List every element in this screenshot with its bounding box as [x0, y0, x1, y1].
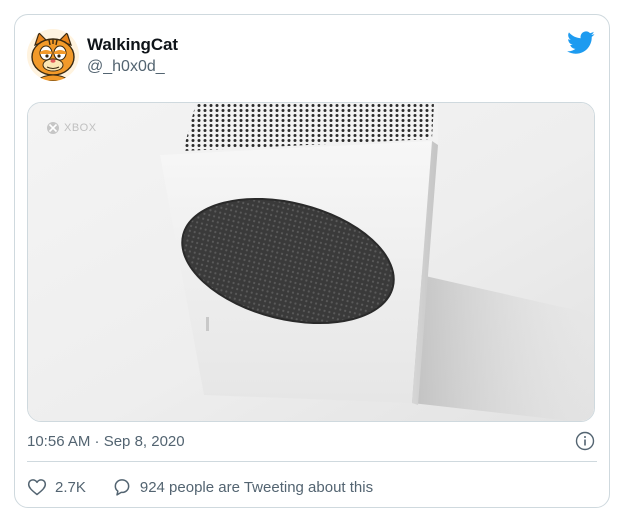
- garfield-avatar-icon: [27, 29, 79, 81]
- tweet-card: WalkingCat @_h0x0d_ XBOX 10:56 AM · Sep …: [14, 14, 610, 508]
- tweet-timestamp[interactable]: 10:56 AM · Sep 8, 2020: [27, 433, 185, 450]
- conversation-link[interactable]: 924 people are Tweeting about this: [112, 477, 373, 497]
- info-icon[interactable]: [575, 431, 595, 451]
- xbox-watermark: XBOX: [46, 121, 97, 135]
- author-handle[interactable]: @_h0x0d_: [87, 58, 165, 76]
- tweet-actions: 2.7K 924 people are Tweeting about this: [27, 472, 373, 502]
- speech-bubble-icon: [114, 479, 130, 496]
- like-button[interactable]: 2.7K: [27, 477, 86, 497]
- heart-icon: [27, 479, 47, 496]
- author-avatar[interactable]: [27, 29, 79, 81]
- xbox-console-image: [28, 103, 594, 421]
- conversation-count-text: 924 people are Tweeting about this: [139, 478, 374, 496]
- tweet-media-image[interactable]: XBOX: [27, 102, 595, 422]
- twitter-bird-icon[interactable]: [567, 31, 595, 55]
- xbox-watermark-text: XBOX: [64, 122, 97, 134]
- like-count: 2.7K: [55, 478, 86, 496]
- divider: [27, 461, 597, 462]
- author-display-name[interactable]: WalkingCat: [87, 35, 178, 55]
- xbox-logo-icon: [47, 122, 59, 134]
